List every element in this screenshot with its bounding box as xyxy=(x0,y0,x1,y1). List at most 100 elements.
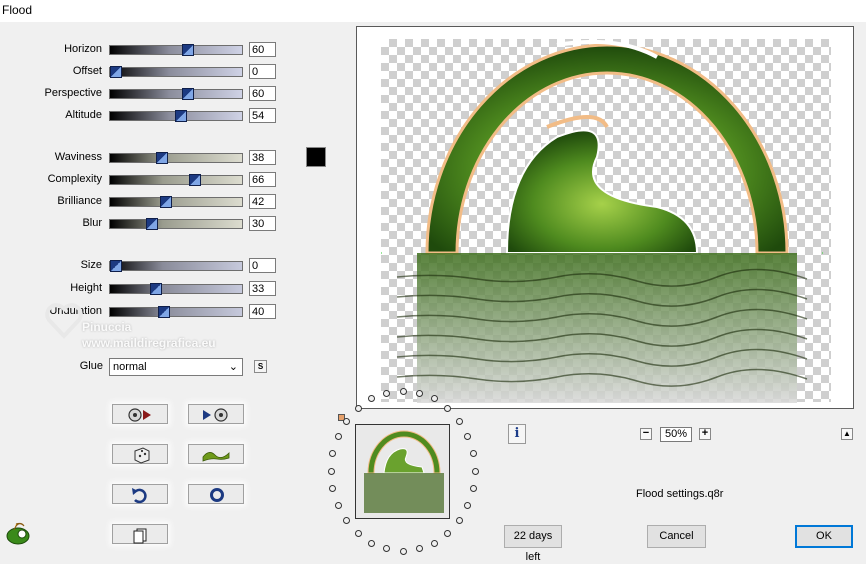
zoom-level: 50% xyxy=(660,427,692,442)
navigator-dot[interactable] xyxy=(329,449,337,457)
slider-row-horizon: Horizon 60 xyxy=(0,42,277,58)
slider-row-perspective: Perspective 60 xyxy=(0,86,277,102)
ok-button[interactable]: OK xyxy=(795,525,853,548)
heart-watermark-icon xyxy=(45,303,83,339)
info-button[interactable]: i xyxy=(508,424,526,444)
slider-thumb[interactable] xyxy=(160,196,173,208)
watermark: Pinuccia www.maildiregrafica.eu xyxy=(36,292,276,352)
slider-track-altitude[interactable] xyxy=(109,110,243,122)
undo-arrow-icon xyxy=(132,488,147,504)
slider-thumb[interactable] xyxy=(155,152,168,164)
navigator-dot[interactable] xyxy=(471,467,479,475)
copy-button[interactable] xyxy=(112,524,168,544)
navigator-dot[interactable] xyxy=(334,432,342,440)
zoom-out-button[interactable]: − xyxy=(640,428,652,440)
slider-row-brilliance: Brilliance 42 xyxy=(0,194,277,210)
zoom-in-button[interactable]: + xyxy=(699,428,711,440)
navigator-dot[interactable] xyxy=(469,485,477,493)
glue-value: normal xyxy=(113,361,147,373)
slider-row-waviness: Waviness 38 xyxy=(0,150,277,166)
reset-button[interactable] xyxy=(188,484,244,504)
slider-label: Horizon xyxy=(64,43,102,55)
glue-label: Glue xyxy=(79,360,103,372)
slider-row-blur: Blur 30 xyxy=(0,216,277,232)
navigator-dot[interactable] xyxy=(469,449,477,457)
slider-value-input[interactable]: 66 xyxy=(249,172,276,187)
collapse-up-button[interactable]: ▲ xyxy=(841,428,853,440)
slider-thumb[interactable] xyxy=(189,174,202,186)
slider-track-size[interactable] xyxy=(109,260,243,272)
slider-track-complexity[interactable] xyxy=(109,174,243,186)
slider-row-altitude: Altitude 54 xyxy=(0,108,277,124)
slider-track-brilliance[interactable] xyxy=(109,196,243,208)
slider-track-blur[interactable] xyxy=(109,218,243,230)
glue-s-button[interactable]: S xyxy=(254,360,267,373)
slider-label: Blur xyxy=(82,217,102,229)
slider-track-offset[interactable] xyxy=(109,66,243,78)
slider-label: Altitude xyxy=(65,109,102,121)
slider-label: Waviness xyxy=(54,151,102,163)
slider-value-input[interactable]: 54 xyxy=(249,108,276,123)
slider-thumb[interactable] xyxy=(110,66,122,78)
navigator-dot[interactable] xyxy=(415,389,423,397)
slider-thumb[interactable] xyxy=(110,260,122,272)
days-left-button[interactable]: 22 days left xyxy=(504,525,562,563)
glue-select[interactable]: normal ⌄ xyxy=(109,358,243,376)
slider-label: Size xyxy=(80,259,102,271)
title-bar: Flood xyxy=(0,0,866,22)
slider-row-offset: Offset 0 xyxy=(0,64,277,80)
app-logo-icon xyxy=(6,522,30,545)
slider-thumb[interactable] xyxy=(182,44,194,56)
navigator-dot[interactable] xyxy=(368,539,376,547)
chevron-down-icon: ⌄ xyxy=(228,361,238,373)
undo-button[interactable] xyxy=(112,484,168,504)
navigator-dot[interactable] xyxy=(343,417,351,425)
slider-thumb[interactable] xyxy=(182,88,194,100)
slider-label: Brilliance xyxy=(57,195,102,207)
dice-icon xyxy=(134,447,150,464)
navigator-dot[interactable] xyxy=(455,417,463,425)
navigator-dot[interactable] xyxy=(354,404,362,412)
slider-track-horizon[interactable] xyxy=(109,44,243,56)
thumbnail-image xyxy=(356,425,449,518)
slider-label: Complexity xyxy=(47,173,102,185)
copy-pages-icon xyxy=(133,528,147,544)
wave-button[interactable] xyxy=(188,444,244,464)
disc-arrow-out-icon xyxy=(128,408,151,422)
wave-icon xyxy=(202,452,230,462)
navigator-dot[interactable] xyxy=(354,530,362,538)
watermark-url: www.maildiregrafica.eu xyxy=(82,336,216,350)
slider-thumb[interactable] xyxy=(174,110,187,122)
arrow-disc-in-icon xyxy=(203,408,228,422)
navigator-dot[interactable] xyxy=(334,502,342,510)
window-title: Flood xyxy=(2,3,33,17)
slider-value-input[interactable]: 30 xyxy=(249,216,276,231)
slider-value-input[interactable]: 0 xyxy=(249,258,276,273)
navigator-dot[interactable] xyxy=(399,547,407,555)
load-preset-button[interactable] xyxy=(112,404,168,424)
slider-value-input[interactable]: 42 xyxy=(249,194,276,209)
slider-value-input[interactable]: 60 xyxy=(249,86,276,101)
slider-value-input[interactable]: 0 xyxy=(249,64,276,79)
settings-file-label: Flood settings.q8r xyxy=(636,488,724,500)
slider-value-input[interactable]: 38 xyxy=(249,150,276,165)
navigator-thumbnail[interactable] xyxy=(355,424,450,519)
slider-value-input[interactable]: 60 xyxy=(249,42,276,57)
slider-thumb[interactable] xyxy=(146,218,158,230)
navigator-dot[interactable] xyxy=(399,387,407,395)
random-button[interactable] xyxy=(112,444,168,464)
slider-track-perspective[interactable] xyxy=(109,88,243,100)
cancel-button[interactable]: Cancel xyxy=(647,525,706,548)
slider-label: Offset xyxy=(72,65,102,77)
watermark-name: Pinuccia xyxy=(82,320,132,334)
slider-row-size: Size 0 xyxy=(0,258,277,274)
flood-preview-image xyxy=(381,39,831,403)
preview-canvas[interactable] xyxy=(356,26,854,409)
navigator-dot[interactable] xyxy=(327,467,335,475)
navigator-dot[interactable] xyxy=(430,539,438,547)
save-preset-button[interactable] xyxy=(188,404,244,424)
slider-track-waviness[interactable] xyxy=(109,152,243,164)
slider-label: Perspective xyxy=(44,87,102,99)
slider-row-complexity: Complexity 66 xyxy=(0,172,277,188)
color-swatch[interactable] xyxy=(306,147,326,167)
